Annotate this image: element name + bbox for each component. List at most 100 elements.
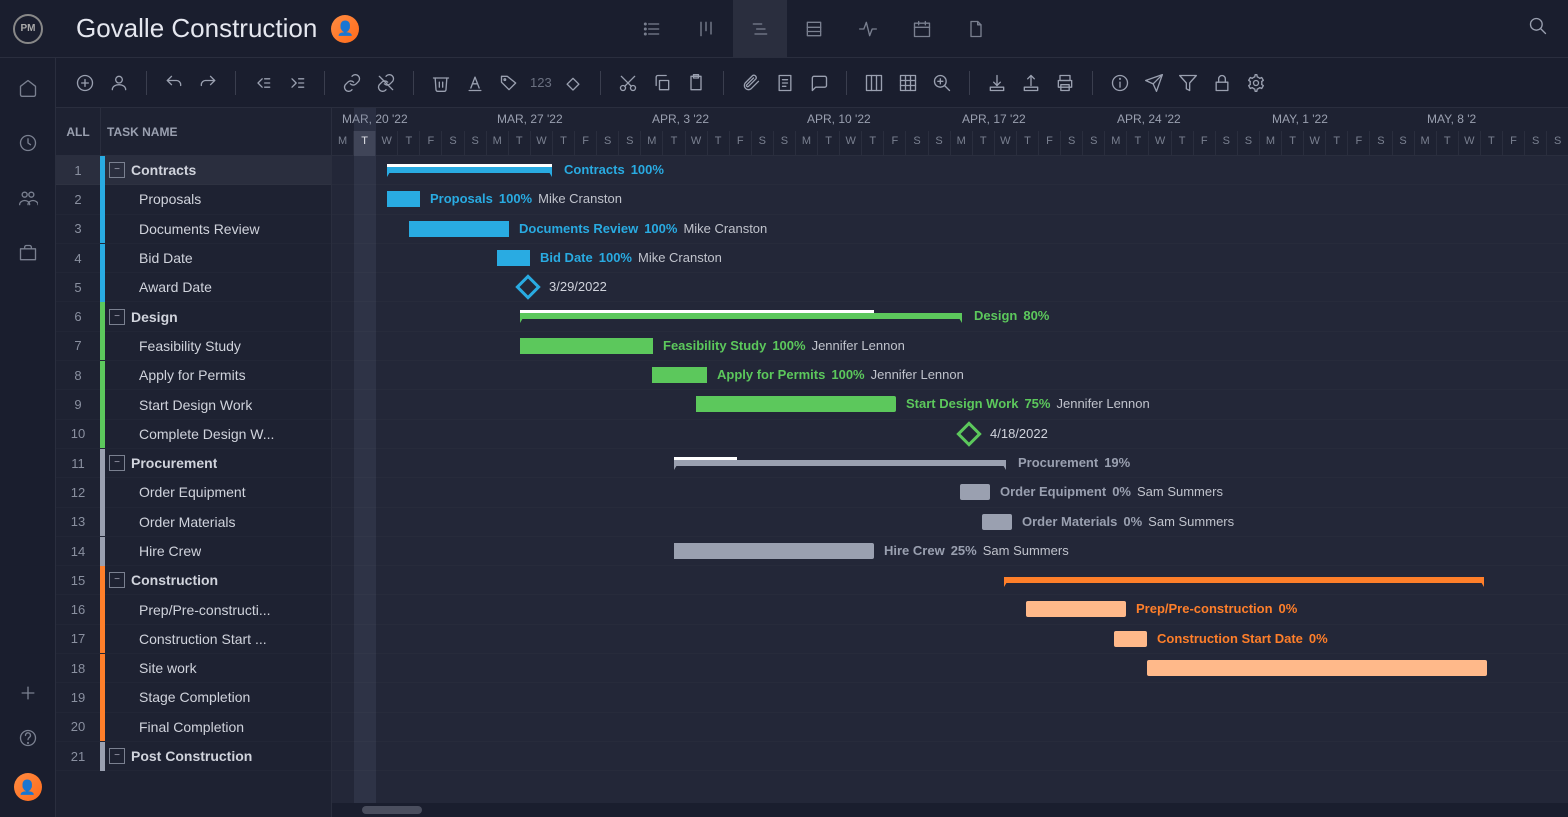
assign-icon[interactable]	[106, 70, 132, 96]
gantt-row[interactable]	[332, 742, 1568, 771]
task-row[interactable]: 11 − Procurement	[56, 449, 331, 478]
collapse-icon[interactable]: −	[109, 309, 125, 325]
col-all[interactable]: ALL	[56, 125, 100, 139]
task-row[interactable]: 3 Documents Review	[56, 215, 331, 244]
recent-icon[interactable]	[18, 133, 38, 158]
app-logo[interactable]: PM	[0, 14, 56, 44]
task-bar[interactable]	[497, 250, 530, 266]
summary-bar[interactable]	[674, 460, 1006, 466]
view-calendar-icon[interactable]	[895, 0, 949, 58]
user-avatar[interactable]: 👤	[14, 773, 42, 801]
filter-icon[interactable]	[1175, 70, 1201, 96]
task-bar[interactable]	[1026, 601, 1126, 617]
help-icon[interactable]	[18, 728, 38, 753]
task-row[interactable]: 17 Construction Start ...	[56, 625, 331, 654]
add-task-icon[interactable]	[72, 70, 98, 96]
task-row[interactable]: 6 − Design	[56, 302, 331, 331]
add-icon[interactable]	[18, 683, 38, 708]
view-file-icon[interactable]	[949, 0, 1003, 58]
collapse-icon[interactable]: −	[109, 162, 125, 178]
collapse-icon[interactable]: −	[109, 455, 125, 471]
gantt-row[interactable]: Proposals 100% Mike Cranston	[332, 185, 1568, 214]
task-row[interactable]: 9 Start Design Work	[56, 390, 331, 419]
task-row[interactable]: 15 − Construction	[56, 566, 331, 595]
task-row[interactable]: 7 Feasibility Study	[56, 332, 331, 361]
task-bar[interactable]	[1147, 660, 1487, 676]
export-icon[interactable]	[1018, 70, 1044, 96]
gantt-chart[interactable]: MAR, 20 '22MAR, 27 '22APR, 3 '22APR, 10 …	[332, 108, 1568, 817]
notes-icon[interactable]	[772, 70, 798, 96]
gantt-row[interactable]: Construction Start Date 0%	[332, 625, 1568, 654]
import-icon[interactable]	[984, 70, 1010, 96]
gantt-row[interactable]	[332, 683, 1568, 712]
task-bar[interactable]	[960, 484, 990, 500]
search-icon[interactable]	[1528, 16, 1548, 41]
gantt-row[interactable]	[332, 566, 1568, 595]
task-bar[interactable]	[674, 543, 874, 559]
undo-icon[interactable]	[161, 70, 187, 96]
collapse-icon[interactable]: −	[109, 572, 125, 588]
print-icon[interactable]	[1052, 70, 1078, 96]
task-row[interactable]: 12 Order Equipment	[56, 478, 331, 507]
gantt-row[interactable]: Design80%	[332, 302, 1568, 331]
lock-icon[interactable]	[1209, 70, 1235, 96]
info-icon[interactable]	[1107, 70, 1133, 96]
view-sheet-icon[interactable]	[787, 0, 841, 58]
copy-icon[interactable]	[649, 70, 675, 96]
indent-icon[interactable]	[284, 70, 310, 96]
task-bar[interactable]	[1114, 631, 1147, 647]
task-bar[interactable]	[982, 514, 1012, 530]
view-list-icon[interactable]	[625, 0, 679, 58]
milestone-icon[interactable]	[560, 70, 586, 96]
gantt-row[interactable]: 3/29/2022	[332, 273, 1568, 302]
unlink-icon[interactable]	[373, 70, 399, 96]
view-gantt-icon[interactable]	[733, 0, 787, 58]
summary-bar[interactable]	[520, 313, 962, 319]
task-row[interactable]: 16 Prep/Pre-constructi...	[56, 595, 331, 624]
gantt-row[interactable]: Prep/Pre-construction 0%	[332, 595, 1568, 624]
portfolio-icon[interactable]	[18, 243, 38, 268]
project-avatar[interactable]: 👤	[331, 15, 359, 43]
col-task-name[interactable]: TASK NAME	[101, 125, 177, 139]
task-row[interactable]: 8 Apply for Permits	[56, 361, 331, 390]
zoom-icon[interactable]	[929, 70, 955, 96]
attach-icon[interactable]	[738, 70, 764, 96]
task-row[interactable]: 20 Final Completion	[56, 713, 331, 742]
task-row[interactable]: 21 − Post Construction	[56, 742, 331, 771]
gantt-row[interactable]: 4/18/2022	[332, 420, 1568, 449]
task-bar[interactable]	[696, 396, 896, 412]
task-row[interactable]: 2 Proposals	[56, 185, 331, 214]
gantt-row[interactable]: Order Equipment 0% Sam Summers	[332, 478, 1568, 507]
task-row[interactable]: 19 Stage Completion	[56, 683, 331, 712]
gantt-row[interactable]: Procurement19%	[332, 449, 1568, 478]
task-row[interactable]: 4 Bid Date	[56, 244, 331, 273]
milestone-marker[interactable]	[956, 421, 981, 446]
task-row[interactable]: 10 Complete Design W...	[56, 420, 331, 449]
send-icon[interactable]	[1141, 70, 1167, 96]
gantt-row[interactable]: Contracts100%	[332, 156, 1568, 185]
task-bar[interactable]	[387, 191, 420, 207]
paste-icon[interactable]	[683, 70, 709, 96]
task-row[interactable]: 18 Site work	[56, 654, 331, 683]
cut-icon[interactable]	[615, 70, 641, 96]
gantt-row[interactable]: Bid Date 100% Mike Cranston	[332, 244, 1568, 273]
gantt-row[interactable]: Order Materials 0% Sam Summers	[332, 508, 1568, 537]
task-row[interactable]: 13 Order Materials	[56, 508, 331, 537]
collapse-icon[interactable]: −	[109, 748, 125, 764]
task-bar[interactable]	[520, 338, 653, 354]
task-row[interactable]: 1 − Contracts	[56, 156, 331, 185]
milestone-marker[interactable]	[515, 274, 540, 299]
scroll-thumb[interactable]	[362, 806, 422, 814]
gantt-row[interactable]: Documents Review 100% Mike Cranston	[332, 215, 1568, 244]
settings-icon[interactable]	[1243, 70, 1269, 96]
outdent-icon[interactable]	[250, 70, 276, 96]
task-row[interactable]: 5 Award Date	[56, 273, 331, 302]
team-icon[interactable]	[18, 188, 38, 213]
summary-bar[interactable]	[1004, 577, 1484, 583]
redo-icon[interactable]	[195, 70, 221, 96]
tag-icon[interactable]	[496, 70, 522, 96]
home-icon[interactable]	[18, 78, 38, 103]
columns-icon[interactable]	[861, 70, 887, 96]
link-icon[interactable]	[339, 70, 365, 96]
gantt-row[interactable]	[332, 654, 1568, 683]
